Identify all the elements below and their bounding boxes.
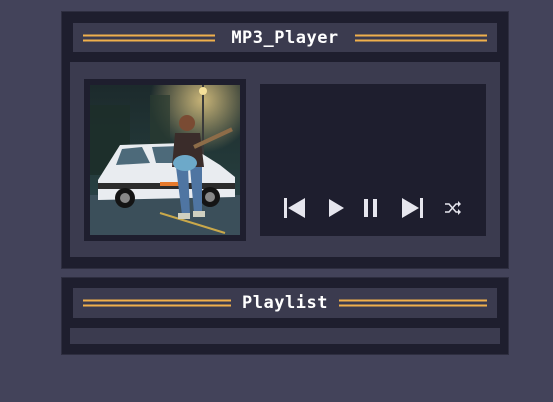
album-art-frame xyxy=(84,79,246,241)
album-cover-image xyxy=(90,85,240,235)
previous-icon[interactable] xyxy=(283,197,307,219)
player-titlebar: MP3_Player xyxy=(73,23,497,52)
playlist-title: Playlist xyxy=(234,293,336,313)
controls-area xyxy=(260,84,486,236)
playlist-titlebar: Playlist xyxy=(73,288,497,318)
playlist-rule-left xyxy=(83,299,231,307)
player-window: MP3_Player xyxy=(61,11,509,269)
shuffle-icon[interactable] xyxy=(444,201,462,215)
pause-icon[interactable] xyxy=(362,198,380,218)
playlist-list[interactable] xyxy=(70,328,500,344)
next-icon[interactable] xyxy=(400,197,424,219)
play-icon[interactable] xyxy=(327,198,345,218)
title-rule-left xyxy=(83,34,215,41)
playlist-rule-right xyxy=(339,299,487,307)
title-rule-right xyxy=(355,34,487,41)
playlist-window: Playlist xyxy=(61,277,509,355)
player-title: MP3_Player xyxy=(223,27,347,48)
player-panel xyxy=(70,62,500,257)
